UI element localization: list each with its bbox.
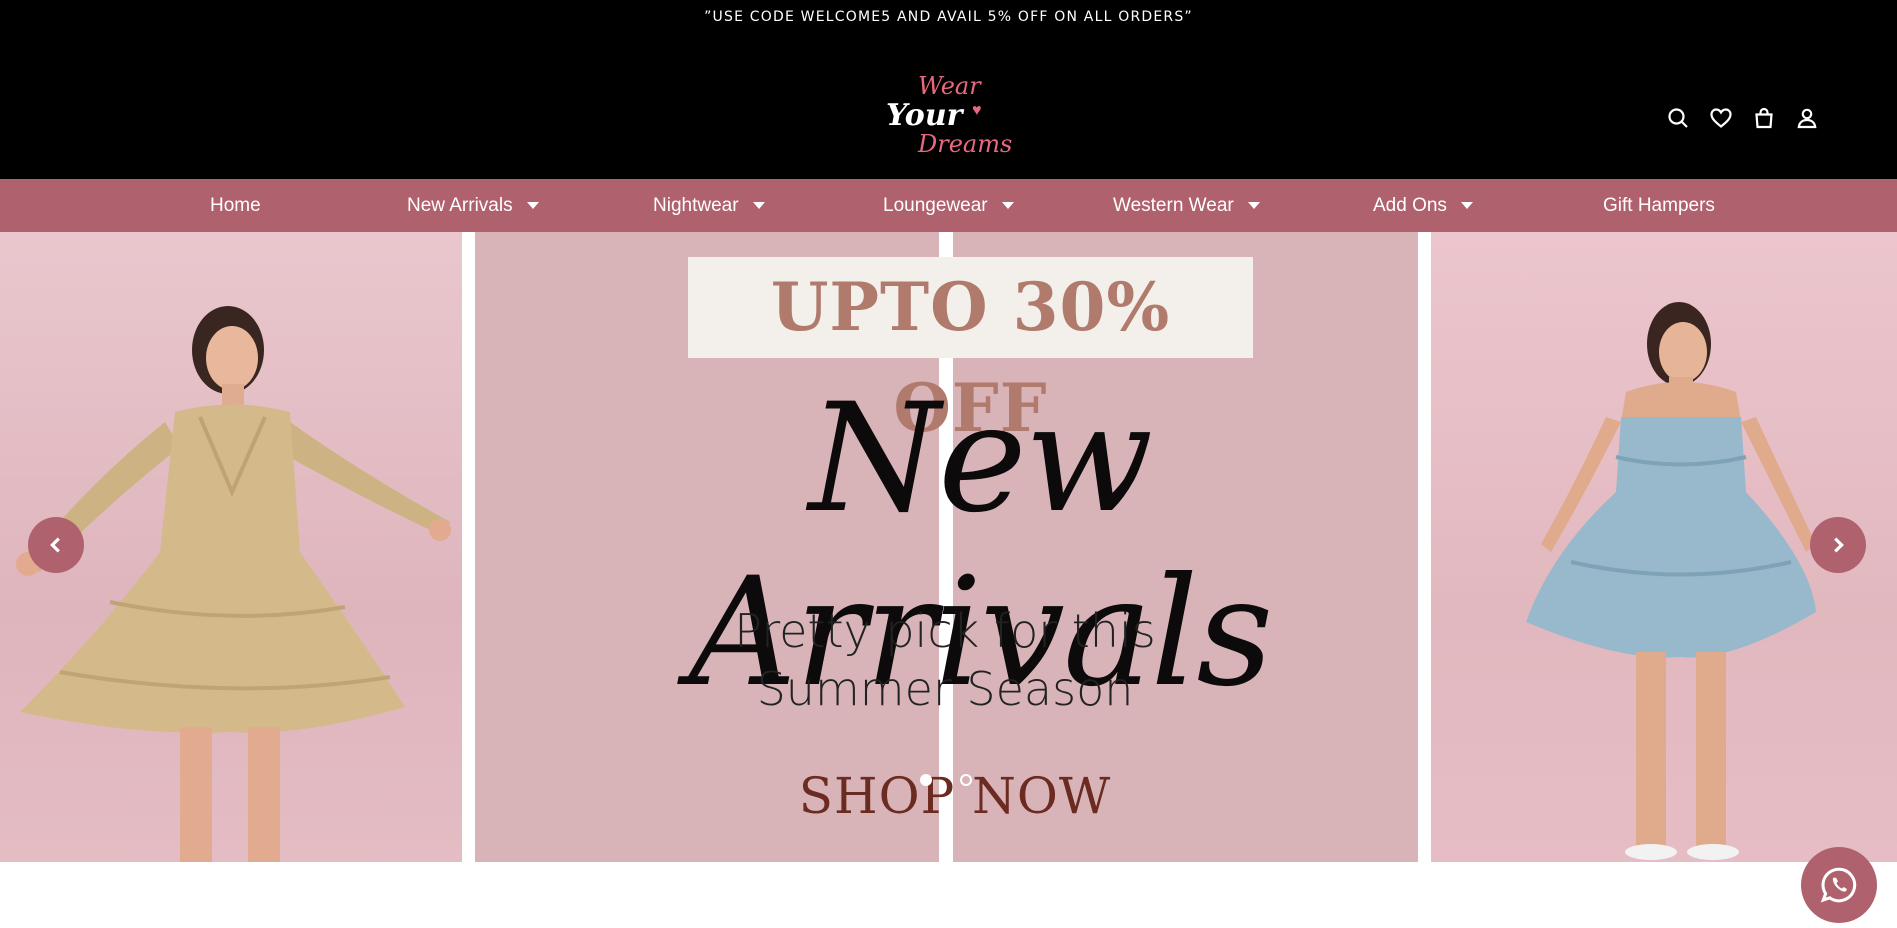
brand-logo[interactable]: Wear Your ♥ Dreams xyxy=(880,72,1012,162)
hero-subtitle-line2: Summer Season xyxy=(756,662,1134,716)
nav-label: Home xyxy=(210,195,261,216)
announcement-bar: ”USE CODE WELCOME5 AND AVAIL 5% OFF ON A… xyxy=(0,0,1897,34)
promo-banner: UPTO 30% OFF xyxy=(688,257,1253,447)
caret-down-icon xyxy=(1247,202,1260,210)
whatsapp-chat-button[interactable] xyxy=(1801,847,1877,923)
heart-icon[interactable] xyxy=(1708,104,1733,132)
header-actions xyxy=(1665,104,1819,132)
nav-label: New Arrivals xyxy=(407,195,513,216)
chevron-right-icon xyxy=(1834,537,1844,553)
nav-label: Gift Hampers xyxy=(1603,195,1715,216)
nav-label: Loungewear xyxy=(883,195,988,216)
chevron-left-icon xyxy=(50,537,60,553)
carousel-dot-2[interactable] xyxy=(960,774,972,786)
user-icon[interactable] xyxy=(1794,104,1819,132)
hero-carousel[interactable]: UPTO 30% OFF New Arrivals Pretty pick fo… xyxy=(0,232,1897,862)
nav-item-gift-hampers[interactable]: Gift Hampers xyxy=(1603,179,1715,232)
carousel-next-button[interactable] xyxy=(1810,517,1866,573)
nav-label: Western Wear xyxy=(1113,195,1234,216)
nav-item-home[interactable]: Home xyxy=(210,179,261,232)
shop-now-button[interactable]: SHOP NOW xyxy=(780,767,1130,825)
nav-label: Add Ons xyxy=(1373,195,1447,216)
bag-icon[interactable] xyxy=(1751,104,1776,132)
caret-down-icon xyxy=(1001,202,1014,210)
logo-word-your: Your xyxy=(886,98,963,133)
logo-word-wear: Wear xyxy=(918,72,981,100)
nav-item-western-wear[interactable]: Western Wear xyxy=(1113,179,1260,232)
main-nav: Home New Arrivals Nightwear Loungewear W… xyxy=(0,179,1897,232)
hero-subtitle: Pretty pick for this Summer Season xyxy=(680,602,1210,718)
nav-item-new-arrivals[interactable]: New Arrivals xyxy=(407,179,539,232)
hero-subtitle-line1: Pretty pick for this xyxy=(734,604,1156,658)
search-icon[interactable] xyxy=(1665,104,1690,132)
header: Wear Your ♥ Dreams xyxy=(0,34,1897,179)
nav-label: Nightwear xyxy=(653,195,739,216)
nav-item-nightwear[interactable]: Nightwear xyxy=(653,179,765,232)
whatsapp-icon xyxy=(1820,867,1857,903)
carousel-dot-1[interactable] xyxy=(920,774,932,786)
caret-down-icon xyxy=(752,202,765,210)
caret-down-icon xyxy=(526,202,539,210)
carousel-prev-button[interactable] xyxy=(28,517,84,573)
caret-down-icon xyxy=(1460,202,1473,210)
nav-item-add-ons[interactable]: Add Ons xyxy=(1373,179,1473,232)
logo-word-dreams: Dreams xyxy=(918,130,1013,158)
nav-item-loungewear[interactable]: Loungewear xyxy=(883,179,1014,232)
heart-logo-icon: ♥ xyxy=(972,102,982,119)
